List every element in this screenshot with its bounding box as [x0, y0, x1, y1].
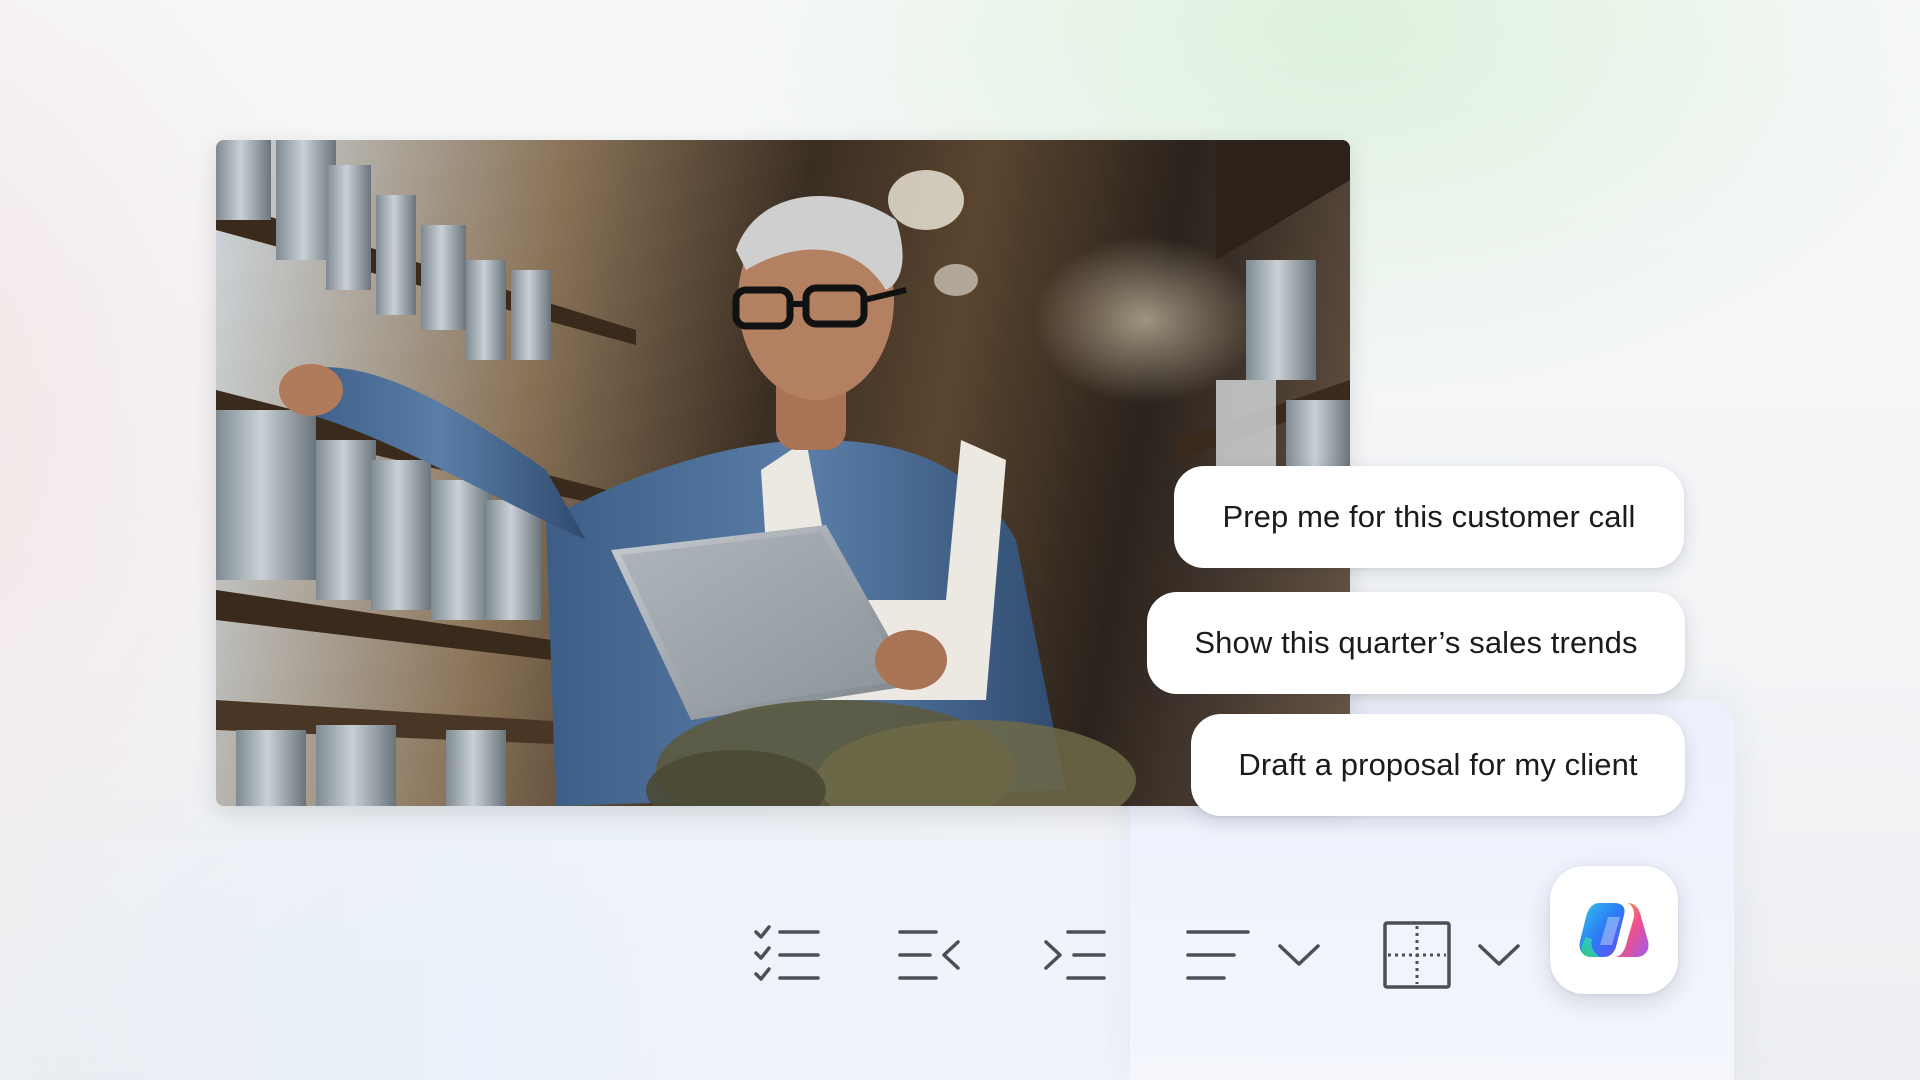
increase-indent-button[interactable] [1042, 912, 1108, 998]
chevron-down-icon [1478, 944, 1520, 966]
checklist-button[interactable] [752, 912, 822, 998]
align-dropdown-button[interactable] [1184, 912, 1322, 998]
suggestion-label: Show this quarter’s sales trends [1194, 625, 1638, 660]
table-borders-icon [1383, 921, 1451, 989]
suggestion-label: Draft a proposal for my client [1238, 747, 1638, 782]
suggestion-chip-customer-call[interactable]: Prep me for this customer call [1174, 466, 1684, 568]
shop-owner-with-clipboard-icon [216, 140, 1350, 806]
align-icon [1186, 930, 1250, 980]
increase-indent-icon [1044, 930, 1106, 980]
decrease-indent-icon [898, 930, 960, 980]
chevron-down-icon [1278, 944, 1320, 966]
checklist-icon [754, 925, 820, 981]
copilot-button[interactable] [1550, 866, 1678, 994]
shop-photo [216, 140, 1350, 806]
suggestion-chip-sales-trends[interactable]: Show this quarter’s sales trends [1147, 592, 1685, 694]
table-borders-dropdown-button[interactable] [1382, 912, 1522, 998]
suggestion-label: Prep me for this customer call [1222, 499, 1636, 534]
suggestion-chip-draft-proposal[interactable]: Draft a proposal for my client [1191, 714, 1685, 816]
copilot-icon [1579, 903, 1649, 957]
decrease-indent-button[interactable] [896, 912, 962, 998]
